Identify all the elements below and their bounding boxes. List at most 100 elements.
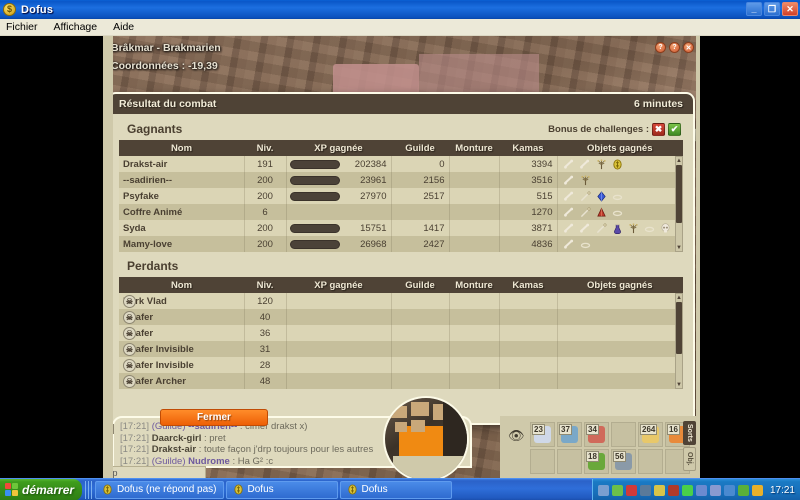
hud-slot[interactable] — [530, 449, 555, 474]
player-name: --sadirien-- — [119, 172, 245, 188]
scroll-down-icon[interactable]: ▼ — [676, 244, 682, 251]
tray-icon-messenger[interactable] — [611, 484, 623, 496]
hud-slot[interactable]: 56 — [611, 449, 636, 474]
taskbar-task[interactable]: Dofus — [225, 480, 338, 499]
player-kamas: 3871 — [499, 220, 558, 236]
eye-icon[interactable]: 👁 — [508, 428, 525, 444]
table-row[interactable]: ☠ Dark Vlad 120 — [119, 293, 683, 309]
player-level: 200 — [244, 236, 287, 252]
monster-guild — [391, 357, 450, 373]
hud-slot[interactable]: 37 — [557, 422, 582, 447]
tab-sorts[interactable]: Sorts — [683, 421, 696, 445]
window-buttons: _ ❐ ✕ — [746, 2, 798, 16]
col-guilde: Guilde — [391, 140, 449, 156]
tray-icon-sync[interactable] — [695, 484, 707, 496]
col-kamas-l: Kamas — [499, 277, 557, 293]
tray-icon-shield-red[interactable] — [667, 484, 679, 496]
tray-icon-antivirus[interactable] — [737, 484, 749, 496]
combat-panel-title: Résultat du combat — [119, 98, 217, 110]
scroll-up-icon[interactable]: ▲ — [676, 157, 682, 164]
hud-bar: 👁 23 37 34 264 16 18 56 Sorts Obj. — [500, 416, 700, 478]
minimize-button[interactable]: _ — [746, 2, 762, 16]
scroll-thumb[interactable] — [676, 165, 682, 223]
menu-item-affichage[interactable]: Affichage — [54, 21, 98, 33]
table-row[interactable]: ☠ Chafer Archer 48 — [119, 373, 683, 389]
table-row[interactable]: ☠ Chafer 36 — [119, 325, 683, 341]
xp-bar — [289, 223, 340, 233]
hud-slot[interactable]: 34 — [584, 422, 609, 447]
col-objets: Objets gagnés — [557, 140, 683, 156]
chat-input[interactable]: /p — [106, 466, 206, 478]
menu-item-aide[interactable]: Aide — [113, 21, 134, 33]
skull-icon: ☠ — [123, 311, 136, 324]
challenge-bonus: Bonus de challenges : ✖ ✔ — [548, 123, 681, 136]
monster-xp — [286, 293, 392, 309]
table-row[interactable]: --sadirien-- 200 23961 2156 3516 — [119, 172, 683, 188]
minimap[interactable] — [383, 396, 469, 478]
player-mount-xp — [449, 204, 500, 220]
tray-icon-security[interactable] — [751, 484, 763, 496]
winners-title: Gagnants — [127, 122, 183, 136]
menu-item-fichier[interactable]: Fichier — [6, 21, 38, 33]
taskbar-task[interactable]: Dofus (ne répond pas) — [95, 480, 224, 499]
bone-icon — [563, 191, 575, 202]
potion-icon — [612, 223, 623, 234]
monster-guild — [391, 325, 450, 341]
start-button[interactable]: démarrer — [0, 478, 82, 500]
hud-slot[interactable]: 18 — [584, 449, 609, 474]
tray-icon-volume[interactable] — [723, 484, 735, 496]
map-info-icon[interactable]: ? — [669, 42, 680, 53]
taskbar-grip[interactable] — [85, 480, 92, 499]
table-row[interactable]: ☠ Chafer 40 — [119, 309, 683, 325]
tray-icon-update[interactable] — [709, 484, 721, 496]
tray-icon-battery[interactable] — [681, 484, 693, 496]
table-row[interactable]: Syda 200 15751 1417 3871 — [119, 220, 683, 236]
winners-scrollbar[interactable]: ▲ ▼ — [675, 156, 683, 252]
scroll-up-icon-l[interactable]: ▲ — [676, 294, 682, 301]
dofus-coin-icon — [102, 484, 113, 495]
tray-icon-monitor[interactable] — [639, 484, 651, 496]
hud-slot[interactable]: 264 — [638, 422, 663, 447]
tray-icon-light[interactable] — [653, 484, 665, 496]
table-row[interactable]: Drakst-air 191 202384 0 3394 — [119, 156, 683, 172]
bone-icon — [579, 223, 591, 234]
fermer-button[interactable]: Fermer — [160, 409, 268, 426]
table-row[interactable]: ☠ Chafer Invisible 28 — [119, 357, 683, 373]
tray-icon-kaspersky[interactable] — [625, 484, 637, 496]
location-name: Brâkmar - Brakmarien — [111, 42, 221, 54]
player-name: Syda — [119, 220, 245, 236]
scroll-thumb-l[interactable] — [676, 302, 682, 354]
table-row[interactable]: Mamy-love 200 26968 2427 4836 — [119, 236, 683, 252]
monster-xp — [286, 373, 392, 389]
bone-icon — [563, 239, 575, 250]
player-xp: 15751 — [286, 220, 392, 236]
taskbar-task[interactable]: Dofus — [339, 480, 452, 499]
hud-slot[interactable]: 23 — [530, 422, 555, 447]
losers-scrollbar[interactable]: ▲ ▼ — [675, 293, 683, 389]
map-close-icon[interactable]: ✕ — [683, 42, 694, 53]
plant-icon — [628, 222, 639, 234]
monster-level: 120 — [244, 293, 287, 309]
red-gem-icon — [596, 207, 607, 218]
table-row[interactable]: ☠ Chafer Invisible 31 — [119, 341, 683, 357]
player-xp: 27970 — [286, 188, 392, 204]
hud-slot[interactable] — [611, 422, 636, 447]
tray-icon-network[interactable] — [597, 484, 609, 496]
table-row[interactable]: Coffre Animé 6 1270 — [119, 204, 683, 220]
hud-slot[interactable] — [638, 449, 663, 474]
table-row[interactable]: Psyfake 200 27970 2517 515 — [119, 188, 683, 204]
losers-table: Nom Niv. XP gagnée Guilde Monture Kamas … — [119, 277, 683, 389]
monster-kamas — [499, 373, 558, 389]
hud-slot[interactable] — [557, 449, 582, 474]
challenge-failed-icon: ✖ — [652, 123, 665, 136]
maximize-button[interactable]: ❐ — [764, 2, 780, 16]
losers-title: Perdants — [127, 259, 179, 273]
hud-tabs: Sorts Obj. — [683, 421, 696, 471]
taskbar-clock[interactable]: 17:21 — [770, 485, 795, 496]
scroll-down-icon-l[interactable]: ▼ — [676, 381, 682, 388]
bone-icon — [563, 175, 575, 186]
map-help-icon[interactable]: ? — [655, 42, 666, 53]
tab-obj[interactable]: Obj. — [683, 447, 696, 471]
monster-guild — [391, 373, 450, 389]
close-button[interactable]: ✕ — [782, 2, 798, 16]
